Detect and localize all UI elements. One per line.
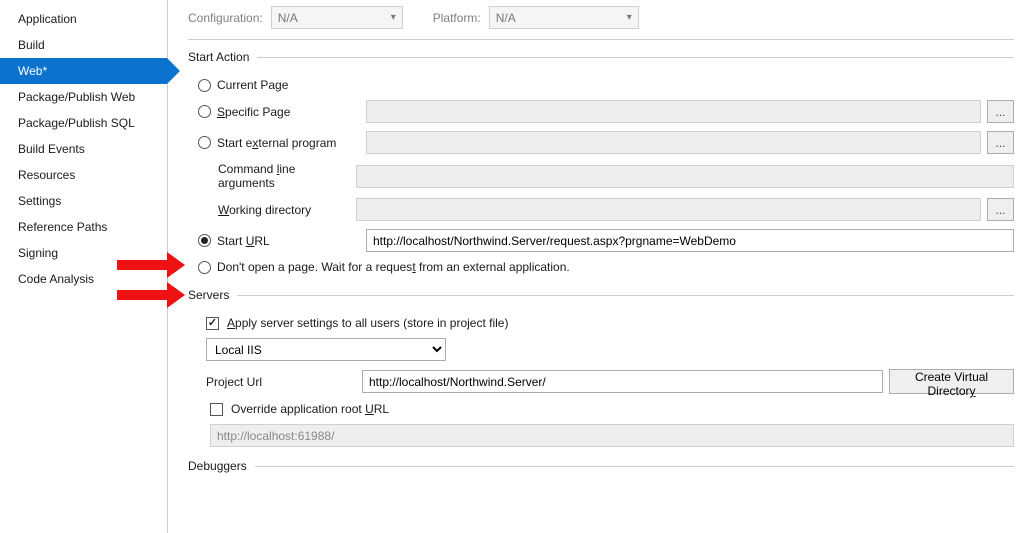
sidebar-item-label: Package/Publish SQL [18,116,135,130]
divider [255,466,1014,467]
sidebar-item-label: Reference Paths [18,220,107,234]
working-dir-label: Working directory [198,203,348,217]
radio-specific-page[interactable] [198,105,211,118]
chevron-down-icon: ▾ [627,12,632,23]
config-row: Configuration: N/A ▾ Platform: N/A ▾ [188,6,1014,40]
section-start-action: Start Action [188,50,1014,64]
sidebar-item-label: Settings [18,194,61,208]
main-panel: Configuration: N/A ▾ Platform: N/A ▾ Sta… [168,0,1032,533]
radio-external-program[interactable] [198,136,211,149]
sidebar-item-application[interactable]: Application [0,6,167,32]
annotation-arrow-icon [117,282,185,308]
radio-label-external-program: Start external program [217,136,336,150]
sidebar-item-build-events[interactable]: Build Events [0,136,167,162]
sidebar-item-settings[interactable]: Settings [0,188,167,214]
configuration-value: N/A [278,11,298,25]
configuration-combo: N/A ▾ [271,6,403,29]
cmd-args-label: Command line arguments [198,162,348,190]
sidebar-item-package-publish-sql[interactable]: Package/Publish SQL [0,110,167,136]
section-title-text: Start Action [188,50,249,64]
external-program-input [366,131,981,154]
sidebar-item-web[interactable]: Web* [0,58,167,84]
working-dir-browse-button[interactable]: ... [987,198,1015,221]
sidebar-item-label: Build [18,38,45,52]
section-title-text: Servers [188,288,229,302]
radio-current-page[interactable] [198,79,211,92]
checkbox-label-override-root-url: Override application root URL [231,402,389,416]
sidebar-item-label: Package/Publish Web [18,90,135,104]
checkbox-apply-settings[interactable] [206,317,219,330]
sidebar-item-reference-paths[interactable]: Reference Paths [0,214,167,240]
project-url-label: Project Url [206,375,354,389]
sidebar-item-label: Signing [18,246,58,260]
divider [237,295,1014,296]
platform-value: N/A [496,11,516,25]
sidebar-item-label: Application [18,12,77,26]
create-virtual-directory-button[interactable]: Create Virtual Directory [889,369,1014,394]
platform-label: Platform: [433,11,481,25]
divider [257,57,1014,58]
radio-dont-open[interactable] [198,261,211,274]
sidebar-item-label: Resources [18,168,75,182]
working-dir-input [356,198,981,221]
radio-label-current-page: Current Page [217,78,288,92]
checkbox-label-apply-settings: Apply server settings to all users (stor… [227,316,508,330]
platform-combo: N/A ▾ [489,6,639,29]
cmd-args-input [356,165,1014,188]
radio-label-specific-page: Specific Page [217,105,290,119]
sidebar-item-label: Code Analysis [18,272,94,286]
chevron-down-icon: ▾ [391,12,396,23]
configuration-label: Configuration: [188,11,263,25]
sidebar-item-resources[interactable]: Resources [0,162,167,188]
specific-page-browse-button[interactable]: ... [987,100,1014,123]
checkbox-override-root-url[interactable] [210,403,223,416]
annotation-arrow-icon [117,252,185,278]
specific-page-input [366,100,981,123]
radio-start-url[interactable] [198,234,211,247]
section-title-text: Debuggers [188,459,247,473]
sidebar-item-build[interactable]: Build [0,32,167,58]
sidebar-item-package-publish-web[interactable]: Package/Publish Web [0,84,167,110]
server-type-select[interactable]: Local IIS [206,338,446,361]
external-program-browse-button[interactable]: ... [987,131,1014,154]
override-root-url-input [210,424,1014,447]
project-url-input[interactable] [362,370,883,393]
section-debuggers: Debuggers [188,459,1014,473]
radio-label-start-url: Start URL [217,234,270,248]
sidebar-item-label: Web* [18,64,47,78]
sidebar-item-label: Build Events [18,142,85,156]
section-servers: Servers [188,288,1014,302]
start-url-input[interactable] [366,229,1014,252]
radio-label-dont-open: Don't open a page. Wait for a request fr… [217,260,570,274]
